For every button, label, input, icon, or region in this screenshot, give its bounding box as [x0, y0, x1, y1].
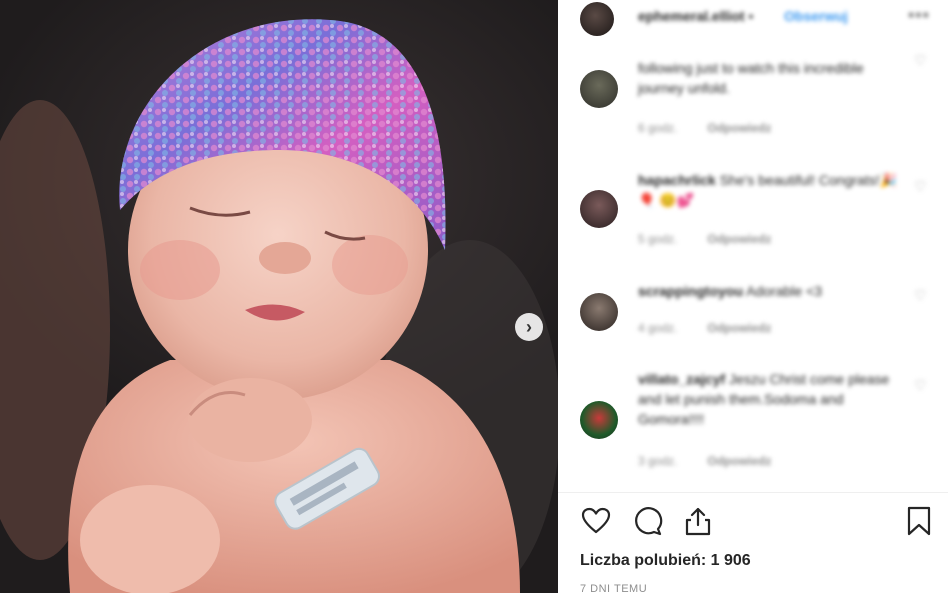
chevron-right-icon: › [526, 317, 532, 337]
reply-button[interactable]: Odpowiedz [707, 232, 771, 246]
more-options-icon[interactable]: ••• [908, 5, 930, 26]
post-actions [558, 505, 948, 541]
heart-icon[interactable]: ♡ [914, 377, 927, 394]
reply-button[interactable]: Odpowiedz [707, 321, 771, 335]
commenter-avatar[interactable] [580, 293, 618, 331]
comment-time: 4 godz. [638, 321, 678, 335]
commenter-avatar[interactable] [580, 190, 618, 228]
baby-photo-illustration [0, 19, 558, 593]
post-timestamp: 7 DNI TEMU [580, 583, 648, 595]
post-photo: › [0, 0, 558, 593]
comment-meta: 3 godz. Odpowiedz [638, 454, 771, 468]
comment-time: 5 godz. [638, 232, 678, 246]
comment-time: 6 godz. [638, 121, 678, 135]
heart-icon[interactable]: ♡ [914, 178, 927, 195]
commenter-avatar[interactable] [580, 401, 618, 439]
comments-panel: ephemeral.elliot • Obserwuj ••• followin… [558, 0, 948, 595]
comment-meta: 4 godz. Odpowiedz [638, 321, 771, 335]
author-username[interactable]: ephemeral.elliot • [638, 8, 753, 24]
follow-button[interactable]: Obserwuj [784, 8, 848, 24]
comment-text: hapachrlick She's beautiful! Congrats!🎉🎈… [638, 172, 898, 208]
comment-icon[interactable] [631, 505, 663, 537]
comment-meta: 6 godz. Odpowiedz [638, 121, 771, 135]
comment-text: scrappingtoyou Adorable <3 [638, 283, 823, 299]
bookmark-icon[interactable] [903, 505, 935, 537]
heart-icon[interactable] [580, 505, 612, 537]
reply-button[interactable]: Odpowiedz [707, 121, 771, 135]
reply-button[interactable]: Odpowiedz [707, 454, 771, 468]
heart-icon[interactable]: ♡ [914, 287, 927, 304]
heart-icon[interactable]: ♡ [914, 52, 927, 69]
likes-count[interactable]: Liczba polubień: 1 906 [580, 552, 751, 570]
comment-time: 3 godz. [638, 454, 678, 468]
share-icon[interactable] [682, 505, 714, 537]
actions-divider [558, 492, 948, 493]
comment-text: villato_zajcyf Jeszu Christ come please … [638, 371, 890, 427]
author-avatar[interactable] [580, 2, 614, 36]
commenter-avatar[interactable] [580, 70, 618, 108]
comment-meta: 5 godz. Odpowiedz [638, 232, 771, 246]
comment-text: following just to watch this incredible … [638, 60, 864, 96]
post-header: ephemeral.elliot • Obserwuj ••• [558, 0, 948, 40]
next-photo-button[interactable]: › [515, 313, 543, 341]
